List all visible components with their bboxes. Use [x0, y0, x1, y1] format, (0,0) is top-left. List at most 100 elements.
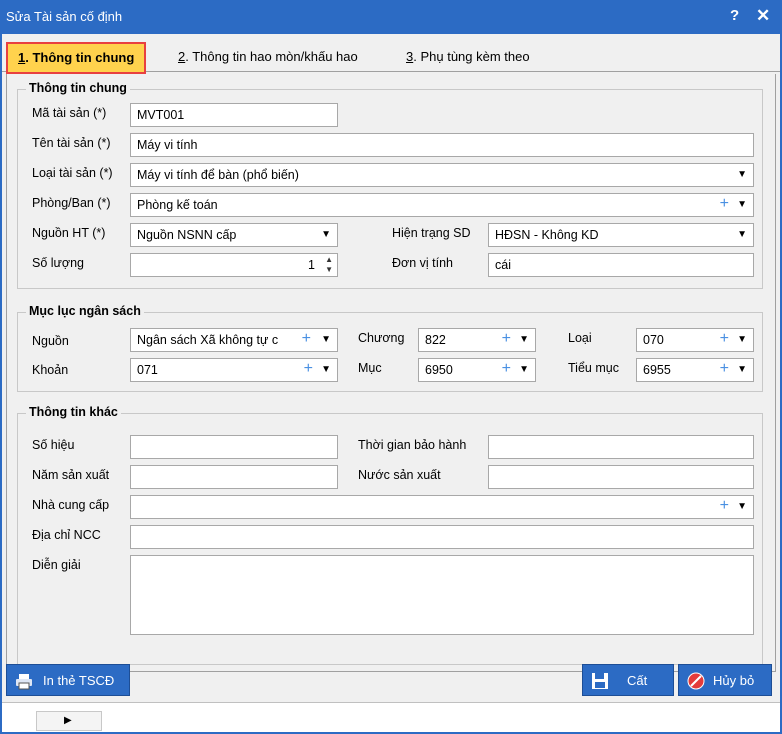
category-label: Loại [568, 331, 592, 345]
group-other: Thông tin khác Số hiệu Thời gian bảo hàn… [17, 405, 763, 665]
tab-accessories[interactable]: 3. Phụ tùng kèm theo [396, 44, 540, 72]
serial-label: Số hiệu [32, 438, 75, 452]
chevron-down-icon[interactable]: ▼ [737, 224, 747, 246]
unit-label: Đơn vị tính [392, 256, 453, 270]
window-title: Sửa Tài sản cố định [6, 9, 123, 24]
asset-code-label: Mã tài sản (*) [32, 106, 107, 120]
group-general-title: Thông tin chung [26, 81, 130, 95]
description-textarea[interactable] [130, 555, 754, 635]
chevron-down-icon[interactable]: ▼ [737, 194, 747, 216]
manufacture-year-input[interactable] [130, 465, 338, 489]
chevron-down-icon[interactable]: ▼ [321, 329, 331, 351]
chevron-down-icon[interactable]: ▼ [321, 359, 331, 381]
unit-input[interactable]: cái [488, 253, 754, 277]
close-icon[interactable]: ✕ [756, 6, 770, 26]
tab-depreciation[interactable]: 2. Thông tin hao mòn/khấu hao [168, 44, 368, 72]
subsection-select[interactable]: 6955 + ▼ [636, 358, 754, 382]
usage-status-label: Hiện trạng SD [392, 226, 471, 240]
plus-icon[interactable]: + [720, 329, 729, 350]
plus-icon[interactable]: + [720, 496, 729, 517]
group-other-title: Thông tin khác [26, 405, 121, 419]
supplier-label: Nhà cung cấp [32, 498, 110, 512]
chevron-down-icon[interactable]: ▼ [737, 164, 747, 186]
funding-source-label: Nguồn HT (*) [32, 226, 106, 240]
save-button[interactable]: Cất [582, 664, 674, 696]
category-select[interactable]: 070 + ▼ [636, 328, 754, 352]
chevron-down-icon[interactable]: ▼ [519, 359, 529, 381]
asset-name-input[interactable]: Máy vi tính [130, 133, 754, 157]
group-general: Thông tin chung Mã tài sản (*) MVT001 Tê… [17, 81, 763, 289]
tab-label: . Thông tin hao mòn/khấu hao [185, 49, 358, 64]
subsection-label: Tiểu mục [568, 361, 619, 375]
supplier-address-label: Địa chỉ NCC [32, 528, 101, 542]
category-value: 070 [643, 333, 664, 347]
subsection-value: 6955 [643, 363, 671, 377]
plus-icon[interactable]: + [720, 194, 729, 215]
tab-page-general: Thông tin chung Mã tài sản (*) MVT001 Tê… [6, 74, 776, 672]
cancel-icon [687, 672, 705, 690]
department-select[interactable]: Phòng kế toán + ▼ [130, 193, 754, 217]
country-input[interactable] [488, 465, 754, 489]
description-label: Diễn giải [32, 558, 81, 572]
asset-code-input[interactable]: MVT001 [130, 103, 338, 127]
funding-source-select[interactable]: Nguồn NSNN cấp ▼ [130, 223, 338, 247]
tab-strip: 1. Thông tin chung 2. Thông tin hao mòn/… [2, 42, 780, 74]
group-budget: Mục lục ngân sách Nguồn Ngân sách Xã khô… [17, 304, 763, 392]
item-label: Khoản [32, 363, 69, 377]
asset-type-select[interactable]: Máy vi tính để bàn (phổ biến) ▼ [130, 163, 754, 187]
plus-icon[interactable]: + [304, 359, 313, 380]
chevron-down-icon[interactable]: ▼ [519, 329, 529, 351]
plus-icon[interactable]: + [720, 359, 729, 380]
section-value: 6950 [425, 363, 453, 377]
funding-source-value: Nguồn NSNN cấp [137, 228, 237, 242]
quantity-value: 1 [308, 258, 315, 272]
warranty-input[interactable] [488, 435, 754, 459]
tab-general[interactable]: 1. Thông tin chung [6, 42, 147, 74]
print-card-button[interactable]: In thẻ TSCĐ [6, 664, 130, 696]
chapter-select[interactable]: 822 + ▼ [418, 328, 536, 352]
cancel-button[interactable]: Hủy bỏ [678, 664, 772, 696]
status-bar: ▶ [2, 702, 780, 732]
spinner-icon[interactable]: ▲ ▼ [325, 255, 333, 275]
floppy-icon [592, 673, 608, 689]
department-value: Phòng kế toán [137, 198, 218, 212]
budget-source-select[interactable]: Ngân sách Xã không tự c + ▼ [130, 328, 338, 352]
quantity-stepper[interactable]: 1 ▲ ▼ [130, 253, 338, 277]
chevron-right-icon[interactable]: ▶ [64, 715, 72, 726]
section-label: Mục [358, 361, 382, 375]
print-card-label: In thẻ TSCĐ [43, 673, 115, 688]
item-value: 071 [137, 363, 158, 377]
dialog-window: Sửa Tài sản cố định ? ✕ 1. Thông tin chu… [0, 0, 782, 734]
plus-icon[interactable]: + [502, 359, 511, 380]
chevron-down-icon[interactable]: ▼ [737, 496, 747, 518]
department-label: Phòng/Ban (*) [32, 196, 111, 210]
supplier-address-input[interactable] [130, 525, 754, 549]
item-select[interactable]: 071 + ▼ [130, 358, 338, 382]
save-label: Cất [627, 673, 648, 688]
button-bar: In thẻ TSCĐ Cất Hủy bỏ [2, 664, 780, 700]
supplier-select[interactable]: + ▼ [130, 495, 754, 519]
asset-name-label: Tên tài sản (*) [32, 136, 111, 150]
plus-icon[interactable]: + [299, 329, 313, 350]
dialog-client: 1. Thông tin chung 2. Thông tin hao mòn/… [2, 34, 780, 732]
quantity-label: Số lượng [32, 256, 85, 270]
tab-label: . Phụ tùng kèm theo [413, 49, 530, 64]
chevron-down-icon[interactable]: ▼ [737, 359, 747, 381]
usage-status-select[interactable]: HĐSN - Không KD ▼ [488, 223, 754, 247]
budget-source-label: Nguồn [32, 334, 69, 348]
usage-status-value: HĐSN - Không KD [495, 228, 599, 242]
chevron-down-icon[interactable]: ▼ [737, 329, 747, 351]
country-label: Nước sản xuất [358, 468, 441, 482]
cancel-label: Hủy bỏ [713, 673, 755, 688]
budget-source-value: Ngân sách Xã không tự c [137, 333, 279, 347]
chapter-value: 822 [425, 333, 446, 347]
chevron-down-icon[interactable]: ▼ [321, 224, 331, 246]
section-select[interactable]: 6950 + ▼ [418, 358, 536, 382]
plus-icon[interactable]: + [502, 329, 511, 350]
help-icon[interactable]: ? [730, 7, 739, 24]
tab-label: . Thông tin chung [25, 50, 135, 65]
group-budget-title: Mục lục ngân sách [26, 304, 144, 318]
asset-type-label: Loại tài sản (*) [32, 166, 113, 180]
serial-input[interactable] [130, 435, 338, 459]
title-bar: Sửa Tài sản cố định ? ✕ [0, 0, 782, 34]
